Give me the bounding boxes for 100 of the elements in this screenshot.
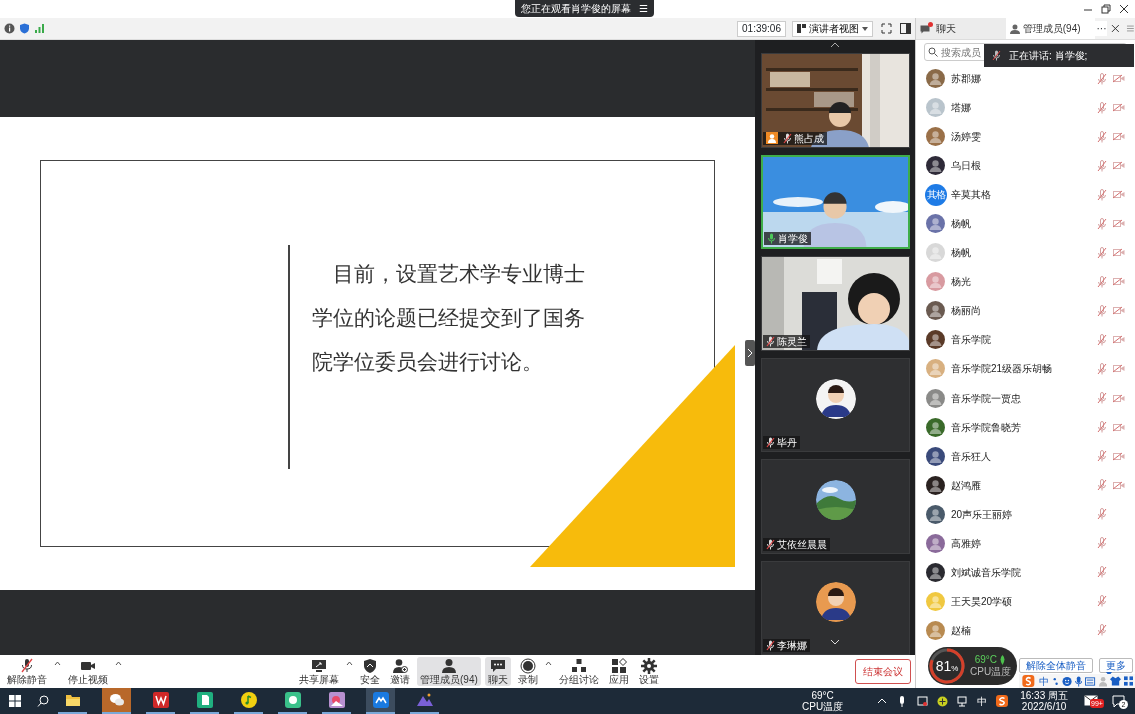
camera-off-icon[interactable]	[1113, 219, 1125, 229]
caret-icon[interactable]	[54, 661, 61, 666]
input-method-logo-icon[interactable]	[1021, 675, 1036, 687]
mountain-icon[interactable]	[416, 692, 433, 708]
camera-off-icon[interactable]	[1113, 306, 1125, 316]
camera-off-icon[interactable]	[1113, 451, 1125, 461]
muted-mic-icon[interactable]	[1097, 537, 1107, 550]
toolbar-button[interactable]: 聊天	[484, 657, 511, 686]
banner-menu-icon[interactable]: ☰	[639, 1, 648, 16]
camera-off-icon[interactable]	[1113, 277, 1125, 287]
toolbar-button[interactable]: 解除静音	[4, 657, 50, 686]
video-tile[interactable]: 艾依丝晨晨	[761, 459, 910, 554]
camera-off-icon[interactable]	[1113, 335, 1125, 345]
scroll-down-icon[interactable]	[830, 639, 840, 645]
grid-icon[interactable]	[1123, 676, 1133, 686]
camera-off-icon[interactable]	[1113, 393, 1125, 403]
muted-mic-icon[interactable]	[1097, 333, 1107, 346]
caret-icon[interactable]	[115, 661, 122, 666]
camera-off-icon[interactable]	[1113, 480, 1125, 490]
notification-icon[interactable]	[1112, 694, 1125, 708]
muted-mic-icon[interactable]	[1097, 624, 1107, 637]
muted-mic-icon[interactable]	[1097, 595, 1107, 608]
panel-tab[interactable]: 管理成员(94)	[1005, 18, 1096, 39]
camera-off-icon[interactable]	[1113, 422, 1125, 432]
w-logo-icon[interactable]	[152, 692, 169, 708]
more-icon[interactable]: ···	[1095, 21, 1108, 36]
muted-mic-icon[interactable]	[1097, 188, 1107, 201]
clock-date[interactable]: 2022/6/10	[1021, 701, 1067, 712]
collapse-handle[interactable]	[745, 340, 755, 366]
round-app-icon[interactable]	[284, 692, 301, 708]
muted-mic-icon[interactable]	[1097, 304, 1107, 317]
muted-mic-icon[interactable]	[1097, 72, 1107, 85]
camera-off-icon[interactable]	[1113, 364, 1125, 374]
network-icon[interactable]	[957, 695, 969, 707]
video-tile[interactable]: 肖学俊	[761, 154, 910, 249]
folder-icon[interactable]	[64, 692, 81, 708]
camera-off-icon[interactable]	[1113, 132, 1125, 142]
toolbar-button[interactable]: 管理成员(94)	[417, 657, 481, 686]
chat-bubbles-icon[interactable]	[108, 692, 125, 708]
panel-button[interactable]: 解除全体静音	[1019, 658, 1093, 673]
camera-off-icon[interactable]	[1113, 74, 1125, 83]
muted-mic-icon[interactable]	[1097, 566, 1107, 579]
muted-mic-icon[interactable]	[1097, 275, 1107, 288]
signal-icon[interactable]	[34, 23, 45, 34]
meeting-app-icon[interactable]	[372, 692, 389, 708]
emoji-icon[interactable]	[1062, 675, 1073, 687]
toolbar-button[interactable]: 设置	[635, 657, 662, 686]
music-note-icon[interactable]	[240, 692, 257, 708]
close-icon[interactable]	[1119, 4, 1129, 14]
toolbar-button[interactable]: 分组讨论	[555, 657, 602, 686]
camera-off-icon[interactable]	[1113, 103, 1125, 113]
muted-mic-icon[interactable]	[1097, 217, 1107, 230]
start-icon[interactable]	[9, 695, 21, 707]
input-language[interactable]: 中	[977, 693, 988, 709]
caret-icon[interactable]	[346, 661, 353, 666]
monitor-icon[interactable]	[917, 695, 929, 707]
restore-icon[interactable]	[1101, 4, 1111, 14]
video-tile[interactable]: 陈灵兰	[761, 256, 910, 351]
video-tile[interactable]: 熊占成	[761, 53, 910, 148]
keyboard-icon[interactable]	[1085, 676, 1096, 686]
sidebar-toggle-icon[interactable]	[900, 23, 911, 34]
fullscreen-icon[interactable]	[881, 23, 892, 34]
camera-off-icon[interactable]	[1113, 190, 1125, 200]
scroll-up-icon[interactable]	[830, 42, 840, 48]
caret-icon[interactable]	[544, 661, 552, 666]
toolbar-button[interactable]: 邀请	[387, 657, 413, 686]
muted-mic-icon[interactable]	[1097, 159, 1107, 172]
photo-app-icon[interactable]	[328, 692, 345, 708]
menu-icon[interactable]	[1126, 24, 1135, 33]
toolbar-button[interactable]: 应用	[605, 657, 632, 686]
punctuation-icon[interactable]	[1051, 676, 1060, 686]
muted-mic-icon[interactable]	[1097, 101, 1107, 114]
end-meeting-button[interactable]: 结束会议	[855, 659, 911, 684]
toolbar-button[interactable]: 安全	[357, 657, 383, 686]
muted-mic-icon[interactable]	[1097, 246, 1107, 259]
camera-off-icon[interactable]	[1113, 161, 1125, 171]
muted-mic-icon[interactable]	[1097, 479, 1107, 492]
muted-mic-icon[interactable]	[1097, 130, 1107, 143]
muted-mic-icon[interactable]	[1097, 392, 1107, 405]
plus-badge-icon[interactable]	[937, 695, 949, 707]
shield-icon[interactable]	[19, 23, 30, 34]
panel-tab[interactable]: 聊天	[916, 18, 1006, 39]
camera-off-icon[interactable]	[1113, 248, 1125, 258]
muted-mic-icon[interactable]	[1097, 508, 1107, 521]
video-tile[interactable]: 毕丹	[761, 357, 910, 452]
toolbar-button[interactable]: 停止视频	[65, 657, 111, 686]
input-mode[interactable]: 中	[1038, 673, 1049, 689]
muted-mic-icon[interactable]	[1097, 450, 1107, 463]
video-tile[interactable]: 李琳娜	[761, 560, 910, 655]
muted-mic-icon[interactable]	[1097, 421, 1107, 434]
speaker-view-button[interactable]: 演讲者视图	[792, 20, 873, 37]
clock-time[interactable]: 16:33 周五	[1020, 690, 1068, 701]
toolbar-button[interactable]: 录制	[514, 657, 541, 686]
panel-button[interactable]: 更多	[1099, 658, 1133, 673]
toolbar-button[interactable]: 共享屏幕	[296, 657, 342, 686]
search-icon[interactable]	[37, 695, 49, 707]
shirt-icon[interactable]	[1109, 676, 1121, 686]
document-icon[interactable]	[196, 692, 213, 708]
info-icon[interactable]	[4, 23, 15, 34]
muted-mic-icon[interactable]	[1097, 363, 1107, 375]
